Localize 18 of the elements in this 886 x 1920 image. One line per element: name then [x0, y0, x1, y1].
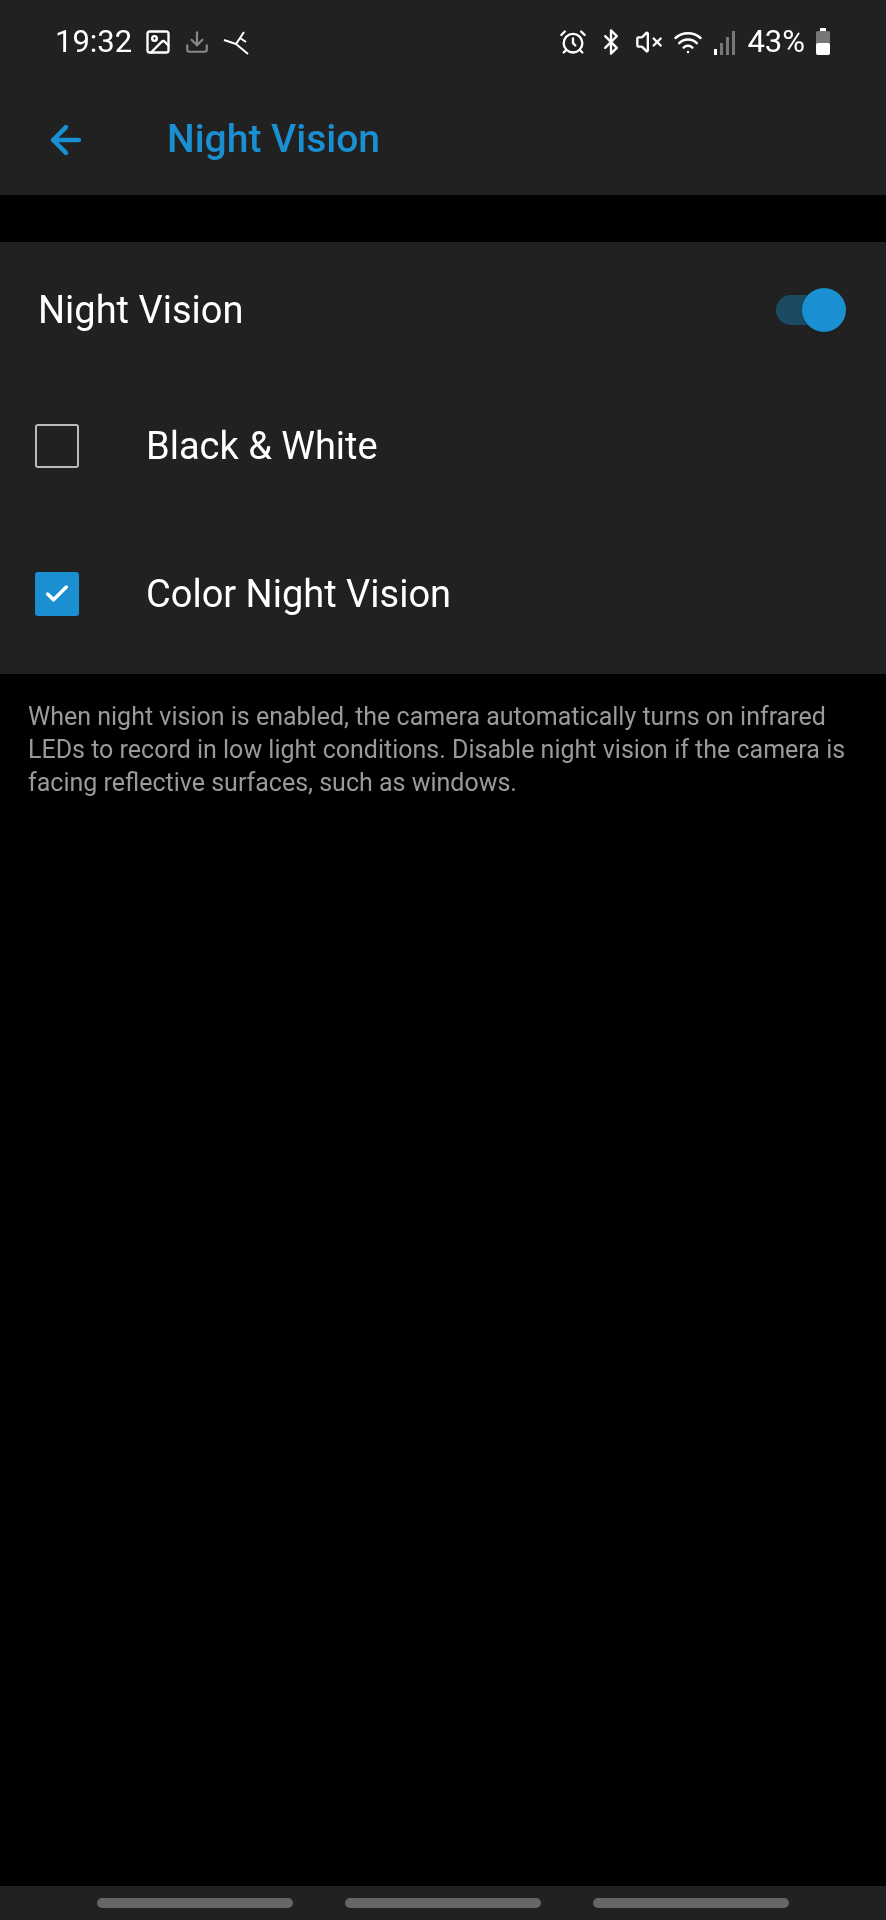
alarm-icon — [559, 28, 588, 56]
download-icon — [184, 29, 211, 55]
clock: 19:32 — [55, 21, 133, 62]
image-icon — [144, 28, 173, 56]
battery-percent: 43% — [747, 21, 805, 62]
checkbox[interactable] — [35, 572, 79, 616]
nav-handle[interactable] — [345, 1898, 541, 1908]
setting-label: Black & White — [146, 422, 378, 470]
toggle-switch[interactable] — [774, 288, 846, 332]
checkbox[interactable] — [35, 424, 79, 468]
nav-handle[interactable] — [97, 1898, 293, 1908]
setting-label: Color Night Vision — [146, 570, 452, 618]
nav-handle[interactable] — [593, 1898, 789, 1908]
description-text: When night vision is enabled, the camera automatically turns on infrared LEDs to record in low light conditions. Disable night vision if the camera is facing reflective surfaces, such as windows. — [27, 701, 847, 799]
signal-icon — [713, 29, 738, 55]
page-title: Night Vision — [167, 115, 381, 165]
setting-label: Night Vision — [38, 286, 244, 334]
battery-icon — [815, 28, 831, 56]
